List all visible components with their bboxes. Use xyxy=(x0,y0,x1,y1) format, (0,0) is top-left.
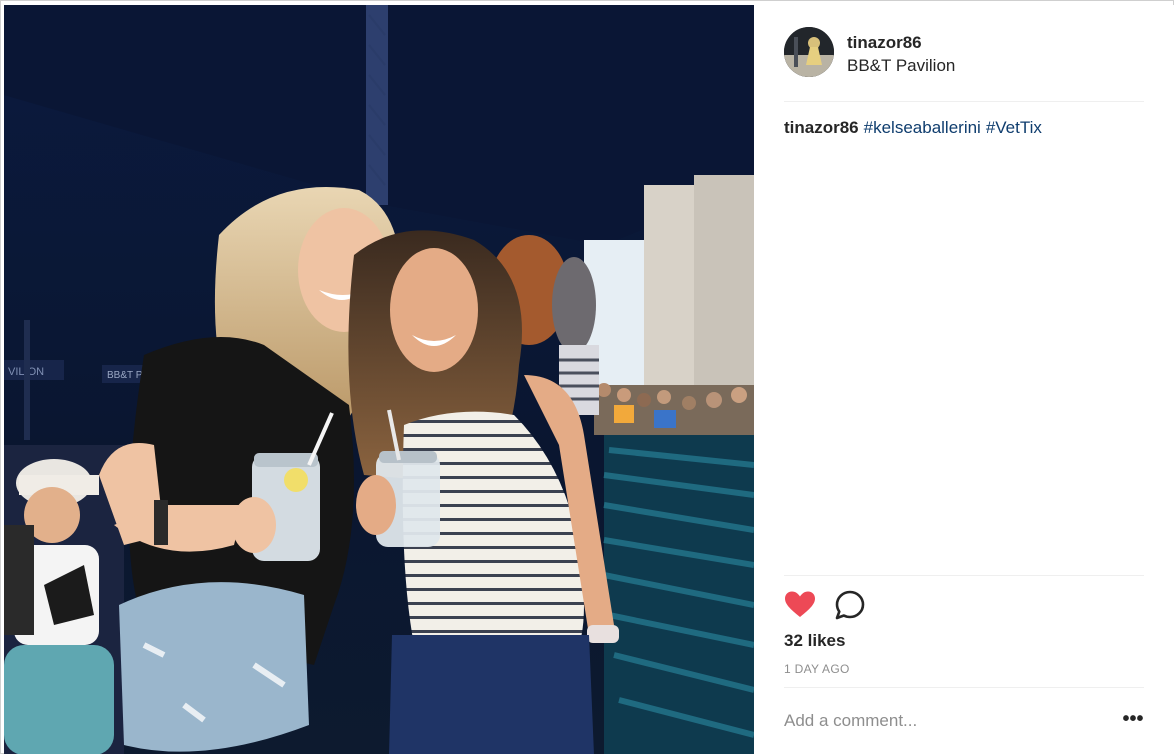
post-actions xyxy=(784,589,904,621)
hashtag-kelseaballerini[interactable]: #kelseaballerini xyxy=(864,118,981,137)
ellipsis-icon[interactable]: ••• xyxy=(1121,709,1145,729)
header-divider xyxy=(784,101,1144,102)
heart-icon xyxy=(785,591,815,617)
caption-username[interactable]: tinazor86 xyxy=(784,118,859,137)
post-location[interactable]: BB&T Pavilion xyxy=(847,56,955,76)
avatar[interactable] xyxy=(784,27,834,77)
post-sidebar: tinazor86 BB&T Pavilion tinazor86 #kelsea… xyxy=(754,5,1174,754)
post-modal: VILION BB&T PAV xyxy=(0,0,1174,754)
actions-divider xyxy=(784,575,1144,576)
avatar-image xyxy=(784,27,834,77)
comment-divider xyxy=(784,687,1144,688)
speech-bubble-icon xyxy=(835,590,865,620)
hashtag-vettix[interactable]: #VetTix xyxy=(986,118,1042,137)
post-timestamp[interactable]: 1 DAY AGO xyxy=(784,662,850,676)
post-caption: tinazor86 #kelseaballerini #VetTix xyxy=(784,118,1047,138)
comment-button[interactable] xyxy=(834,589,866,621)
like-button[interactable] xyxy=(784,589,816,621)
post-header: tinazor86 BB&T Pavilion xyxy=(784,27,1144,103)
comment-input[interactable]: Add a comment... xyxy=(784,711,917,731)
concert-photo-illustration: VILION BB&T PAV xyxy=(4,5,754,754)
post-photo[interactable]: VILION BB&T PAV xyxy=(4,5,754,754)
like-count[interactable]: 32 likes xyxy=(784,631,845,651)
post-username[interactable]: tinazor86 xyxy=(847,33,922,53)
